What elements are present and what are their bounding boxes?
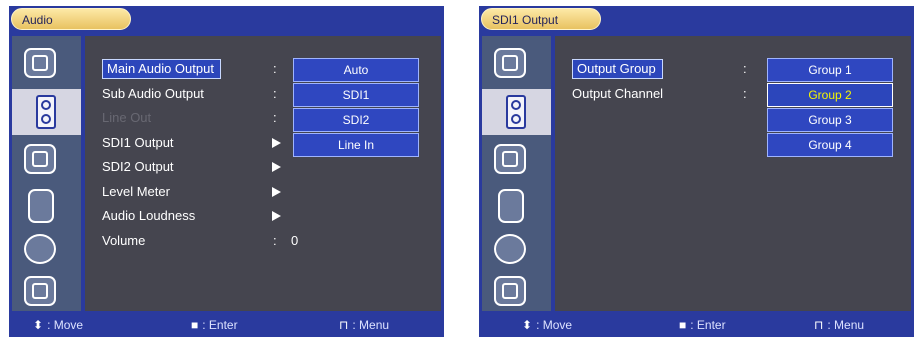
submenu-arrow-icon [272, 186, 281, 197]
remote-icon[interactable] [498, 189, 524, 223]
sidebar [12, 36, 81, 311]
remote-icon[interactable] [28, 189, 54, 223]
menu-item[interactable]: SDI2 Output [102, 157, 302, 177]
menu-item-label: Output Group [572, 59, 663, 79]
menu-item-label: Main Audio Output [102, 59, 221, 79]
enter-icon: ■ [679, 318, 687, 332]
enter-hint: ■: Enter [191, 317, 238, 333]
menu-item[interactable]: Line Out: [102, 108, 302, 128]
tv-icon[interactable] [24, 276, 56, 306]
move-label: : Move [536, 318, 573, 332]
separator-colon: : [743, 61, 747, 76]
menu-item-value: 0 [291, 232, 299, 248]
menu-item-label: Line Out [102, 110, 152, 125]
menu-item[interactable]: Output Group: [572, 59, 772, 79]
speaker-icon[interactable] [482, 89, 551, 135]
crosshair-icon[interactable] [494, 144, 526, 174]
option-item[interactable]: Group 2 [767, 83, 893, 107]
menu-label: : Menu [352, 318, 390, 332]
option-item[interactable]: Auto [293, 58, 419, 82]
option-item[interactable]: Group 3 [767, 108, 893, 132]
menu-item[interactable]: Volume:0 [102, 231, 302, 251]
menu-title: SDI1 Output [481, 8, 601, 30]
option-item[interactable]: SDI2 [293, 108, 419, 132]
menu-item[interactable]: Sub Audio Output: [102, 84, 302, 104]
menu-item-label: SDI2 Output [102, 159, 174, 174]
sdi1-output-panel: SDI1 Output Output Group: Output Channel:… [479, 6, 914, 337]
menu-icon: ⊓ [814, 318, 824, 332]
separator-colon: : [273, 110, 277, 125]
sidebar [482, 36, 551, 311]
menu-item-label: Level Meter [102, 183, 170, 199]
picture-icon[interactable] [24, 48, 56, 78]
menu-label: : Menu [827, 318, 865, 332]
submenu-arrow-icon [272, 137, 281, 148]
enter-hint: ■: Enter [679, 317, 726, 333]
menu-item-label: Output Channel [572, 85, 664, 101]
enter-label: : Enter [690, 318, 726, 332]
menu-item[interactable]: Level Meter [102, 182, 302, 202]
menu-item-label: Sub Audio Output [102, 85, 204, 101]
separator-colon: : [743, 85, 747, 101]
menu-hint: ⊓: Menu [339, 317, 389, 333]
crosshair-icon[interactable] [24, 144, 56, 174]
submenu-arrow-icon [272, 162, 281, 172]
option-item[interactable]: SDI1 [293, 83, 419, 107]
move-hint: ⬍: Move [33, 317, 83, 333]
menu-content: Output Group: Output Channel: Group 1 Grou… [555, 36, 911, 311]
tv-icon[interactable] [494, 276, 526, 306]
enter-label: : Enter [202, 318, 238, 332]
move-label: : Move [47, 318, 84, 332]
menu-item[interactable]: Main Audio Output: [102, 59, 302, 79]
option-item[interactable]: Group 1 [767, 58, 893, 82]
separator-colon: : [273, 61, 277, 76]
submenu-arrow-icon [272, 211, 281, 221]
picture-icon[interactable] [494, 48, 526, 78]
menu-icon: ⊓ [339, 318, 349, 332]
globe-icon[interactable] [24, 234, 56, 264]
option-list: Auto SDI1 SDI2 Line In [293, 58, 419, 158]
option-item[interactable]: Line In [293, 133, 419, 157]
menu-item[interactable]: Audio Loudness [102, 206, 302, 226]
option-list: Group 1 Group 2 Group 3 Group 4 [767, 58, 893, 158]
move-icon: ⬍ [522, 318, 533, 332]
enter-icon: ■ [191, 318, 199, 332]
footer: ⬍: Move ■: Enter ⊓: Menu [9, 313, 444, 337]
menu-item-label: SDI1 Output [102, 134, 174, 150]
separator-colon: : [273, 232, 277, 248]
menu-hint: ⊓: Menu [814, 317, 864, 333]
speaker-icon[interactable] [12, 89, 81, 135]
menu-title: Audio [11, 8, 131, 30]
option-item[interactable]: Group 4 [767, 133, 893, 157]
separator-colon: : [273, 85, 277, 101]
globe-icon[interactable] [494, 234, 526, 264]
menu-item-label: Audio Loudness [102, 208, 196, 223]
menu-item[interactable]: SDI1 Output [102, 133, 302, 153]
move-hint: ⬍: Move [522, 317, 572, 333]
menu-content: Main Audio Output: Sub Audio Output: Line … [85, 36, 441, 311]
menu-item[interactable]: Output Channel: [572, 84, 772, 104]
footer: ⬍: Move ■: Enter ⊓: Menu [479, 313, 914, 337]
menu-item-label: Volume [102, 232, 146, 248]
move-icon: ⬍ [33, 318, 44, 332]
audio-menu-panel: Audio Main Audio Output: Sub Audio Output… [9, 6, 444, 337]
